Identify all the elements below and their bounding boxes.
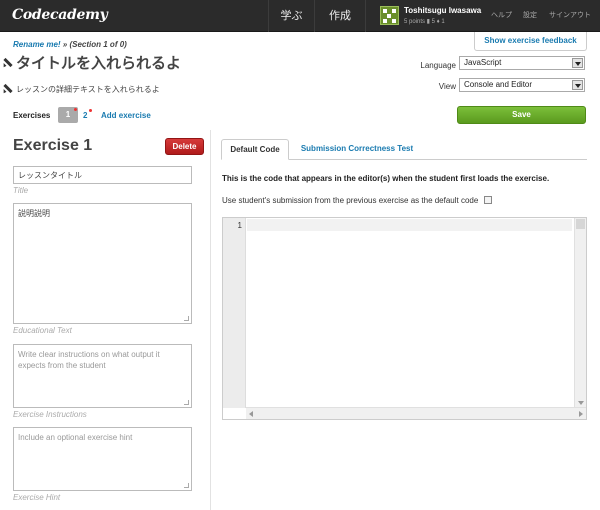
lesson-title[interactable]: タイトルを入れられるよ	[16, 52, 181, 73]
show-feedback-button[interactable]: Show exercise feedback	[474, 32, 587, 51]
chevron-down-icon[interactable]	[572, 58, 583, 68]
exercise-tab-1[interactable]: 1	[58, 107, 78, 123]
codecademy-logo[interactable]: Codecademy	[12, 7, 108, 23]
delete-button[interactable]: Delete	[165, 138, 204, 155]
title-caption: Title	[13, 186, 29, 195]
exercise-tab-label: 2	[83, 111, 88, 120]
user-name: Toshitsugu Iwasawa	[404, 6, 482, 15]
view-label: View	[438, 82, 456, 91]
language-value: JavaScript	[464, 58, 502, 67]
avatar	[380, 6, 399, 25]
scroll-left-icon[interactable]	[249, 411, 253, 417]
line-gutter: 1	[223, 218, 246, 408]
chevron-down-icon[interactable]	[572, 80, 583, 90]
resize-grip-icon[interactable]	[184, 400, 189, 405]
unsaved-dot-icon	[89, 109, 93, 112]
scroll-right-icon[interactable]	[579, 411, 583, 417]
exercises-label: Exercises	[13, 111, 51, 120]
default-code-description: This is the code that appears in the edi…	[222, 174, 550, 183]
instructions-input[interactable]: Write clear instructions on what output …	[13, 344, 192, 408]
hint-input[interactable]: Include an optional exercise hint	[13, 427, 192, 491]
scroll-down-icon[interactable]	[578, 401, 584, 405]
rename-link[interactable]: Rename me!	[13, 40, 61, 49]
educational-text-value: 説明説明	[18, 209, 50, 218]
tab-submission-test[interactable]: Submission Correctness Test	[292, 139, 422, 160]
horizontal-scrollbar[interactable]	[246, 407, 586, 419]
pencil-icon[interactable]	[2, 57, 12, 67]
line-number: 1	[237, 221, 242, 230]
help-link[interactable]: ヘルプ	[491, 0, 512, 32]
instructions-placeholder: Write clear instructions on what output …	[18, 350, 160, 370]
hint-placeholder: Include an optional exercise hint	[18, 433, 133, 442]
hint-caption: Exercise Hint	[13, 493, 61, 502]
settings-link[interactable]: 設定	[523, 0, 537, 32]
use-submission-checkbox[interactable]	[484, 196, 492, 204]
active-line[interactable]	[247, 219, 572, 231]
educational-text-input[interactable]: 説明説明	[13, 203, 192, 324]
instructions-caption: Exercise Instructions	[13, 410, 87, 419]
vertical-scrollbar[interactable]	[574, 218, 586, 408]
signout-link[interactable]: サインアウト	[549, 0, 591, 32]
column-divider	[210, 130, 211, 510]
exercise-tab-2[interactable]: 2	[83, 109, 93, 120]
code-editor[interactable]: 1	[222, 217, 587, 420]
nav-create[interactable]: 作成	[314, 0, 366, 32]
user-stats: 5 points ▮ 5 ♦ 1	[404, 19, 445, 25]
view-value: Console and Editor	[464, 80, 533, 89]
tab-default-code[interactable]: Default Code	[221, 139, 289, 160]
use-submission-label: Use student's submission from the previo…	[222, 196, 479, 205]
user-menu[interactable]: Toshitsugu Iwasawa 5 points ▮ 5 ♦ 1	[374, 4, 482, 28]
nav-learn[interactable]: 学ぶ	[268, 0, 314, 32]
language-label: Language	[420, 61, 456, 70]
resize-grip-icon[interactable]	[184, 483, 189, 488]
exercise-tab-label: 1	[65, 110, 71, 119]
lesson-description[interactable]: レッスンの詳細テキストを入れられるよ	[16, 84, 160, 95]
resize-grip-icon[interactable]	[184, 316, 189, 321]
top-navbar: Codecademy 学ぶ 作成 Toshitsugu Iwasawa 5 po…	[0, 0, 600, 32]
language-select[interactable]: JavaScript	[459, 56, 585, 70]
add-exercise-link[interactable]: Add exercise	[101, 111, 151, 120]
exercise-title: Exercise 1	[13, 137, 93, 154]
title-input[interactable]: レッスンタイトル	[13, 166, 192, 184]
breadcrumb: Rename me! » (Section 1 of 0)	[13, 40, 127, 49]
section-info: » (Section 1 of 0)	[60, 40, 127, 49]
save-button[interactable]: Save	[457, 106, 586, 124]
pencil-icon[interactable]	[2, 83, 12, 93]
educational-text-caption: Educational Text	[13, 326, 72, 335]
unsaved-dot-icon	[74, 108, 77, 111]
view-select[interactable]: Console and Editor	[459, 78, 585, 92]
scroll-thumb[interactable]	[576, 219, 585, 229]
